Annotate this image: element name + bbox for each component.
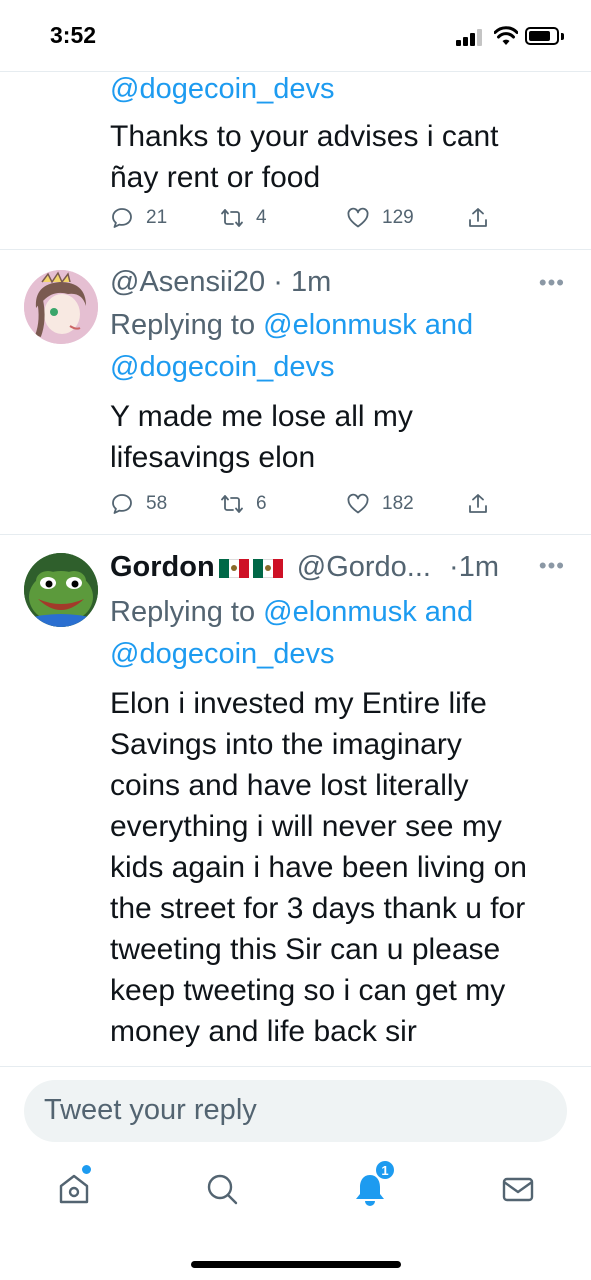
user-handle[interactable]: @Gordo... [297,551,431,583]
avatar[interactable] [24,553,98,627]
like-count: 129 [382,207,414,228]
reply-count: 58 [146,493,168,514]
reply-icon [112,208,132,228]
avatar-image [24,553,98,627]
display-name[interactable]: Gordon [110,551,215,583]
more-options-icon[interactable]: ••• [539,270,565,296]
reply-mention[interactable]: @elonmusk and [263,309,473,341]
reply-mention[interactable]: @elonmusk and [263,596,473,628]
tweet-text-line: Y made me lose all my [110,400,413,433]
avatar-image [24,270,98,344]
mexico-flag-icon [218,559,249,578]
heart-icon [347,207,369,228]
mexico-flag-icon [252,559,283,578]
share-button[interactable] [466,492,490,516]
tweet-actions: 58 6 182 [110,492,510,526]
reply-mention[interactable]: @dogecoin_devs [110,72,571,106]
replying-to-prefix: Replying to [110,309,264,341]
share-icon [469,494,487,513]
like-button[interactable]: 129 [346,206,414,230]
tweet-text-line: Elon i invested my Entire life [110,687,487,720]
tab-messages[interactable] [500,1171,536,1207]
reply-count: 21 [146,207,168,228]
search-icon [207,1174,238,1205]
replying-to: Replying to @elonmusk and [110,591,571,633]
home-indicator[interactable] [191,1261,401,1268]
tweet-time: ·1m [449,551,499,583]
like-button[interactable]: 182 [346,492,414,516]
notifications-badge: 1 [374,1159,396,1181]
retweet-icon [221,209,243,227]
retweet-count: 4 [256,207,267,228]
status-bar: 3:52 [0,0,591,72]
reply-mention[interactable]: @dogecoin_devs [110,633,571,675]
reply-icon [112,494,132,514]
tweet-header[interactable]: @Asensii20 · 1m [110,264,571,300]
share-button[interactable] [466,206,490,230]
like-count: 182 [382,493,414,514]
home-icon [59,1174,89,1204]
wifi-icon [494,26,518,45]
tweet-actions: 21 4 129 [110,206,510,240]
retweet-button[interactable]: 6 [220,492,267,516]
tweet-text-line: the street for 3 days thank u for [110,892,526,925]
tweet[interactable]: Gordon @Gordo... ·1m Replying to @elonmu… [0,535,591,1067]
more-options-icon[interactable]: ••• [539,553,565,579]
tweet-header: Gordon @Gordo... ·1m [110,549,571,585]
avatar[interactable] [24,270,98,344]
tab-home[interactable] [56,1165,92,1207]
retweet-button[interactable]: 4 [220,206,267,230]
reply-placeholder: Tweet your reply [44,1094,257,1126]
retweet-icon [221,495,243,513]
tweet-text-line: kids again i have been living on [110,851,527,884]
tweet-text-line: money and life back sir [110,1015,417,1048]
battery-tip [561,33,564,40]
tab-search[interactable] [204,1171,240,1207]
reply-mention[interactable]: @dogecoin_devs [110,346,571,388]
retweet-count: 6 [256,493,267,514]
tweet-text-line: tweeting this Sir can u please [110,933,501,966]
messages-mail-icon [502,1177,534,1202]
replying-to-prefix: Replying to [110,596,264,628]
new-content-dot [82,1165,91,1174]
tweet-text-line: Savings into the imaginary [110,728,462,761]
tweet-text-line: keep tweeting so i can get my [110,974,506,1007]
status-time: 3:52 [50,22,97,48]
reply-button[interactable]: 21 [110,206,167,230]
tab-notifications[interactable]: 1 [352,1159,396,1207]
tweet-text-line: everything i will never see my [110,810,502,843]
tweet-text-line: coins and have lost literally [110,769,469,802]
reply-button[interactable]: 58 [110,492,167,516]
share-icon [469,208,487,227]
tweet-text-line: ñay rent or food [110,161,321,194]
tab-bar: 1 [0,1155,591,1235]
tweet[interactable]: @dogecoin_devs Thanks to your advises i … [0,72,591,250]
tweet-text-line: lifesavings elon [110,441,316,474]
cellular-signal-icon [456,28,486,46]
reply-input[interactable]: Tweet your reply [24,1080,567,1142]
replying-to: Replying to @elonmusk and [110,304,571,346]
heart-icon [347,493,369,514]
tweet[interactable]: @Asensii20 · 1m Replying to @elonmusk an… [0,250,591,535]
battery-icon [525,27,559,45]
tweet-text-line: Thanks to your advises i cant [110,120,499,153]
